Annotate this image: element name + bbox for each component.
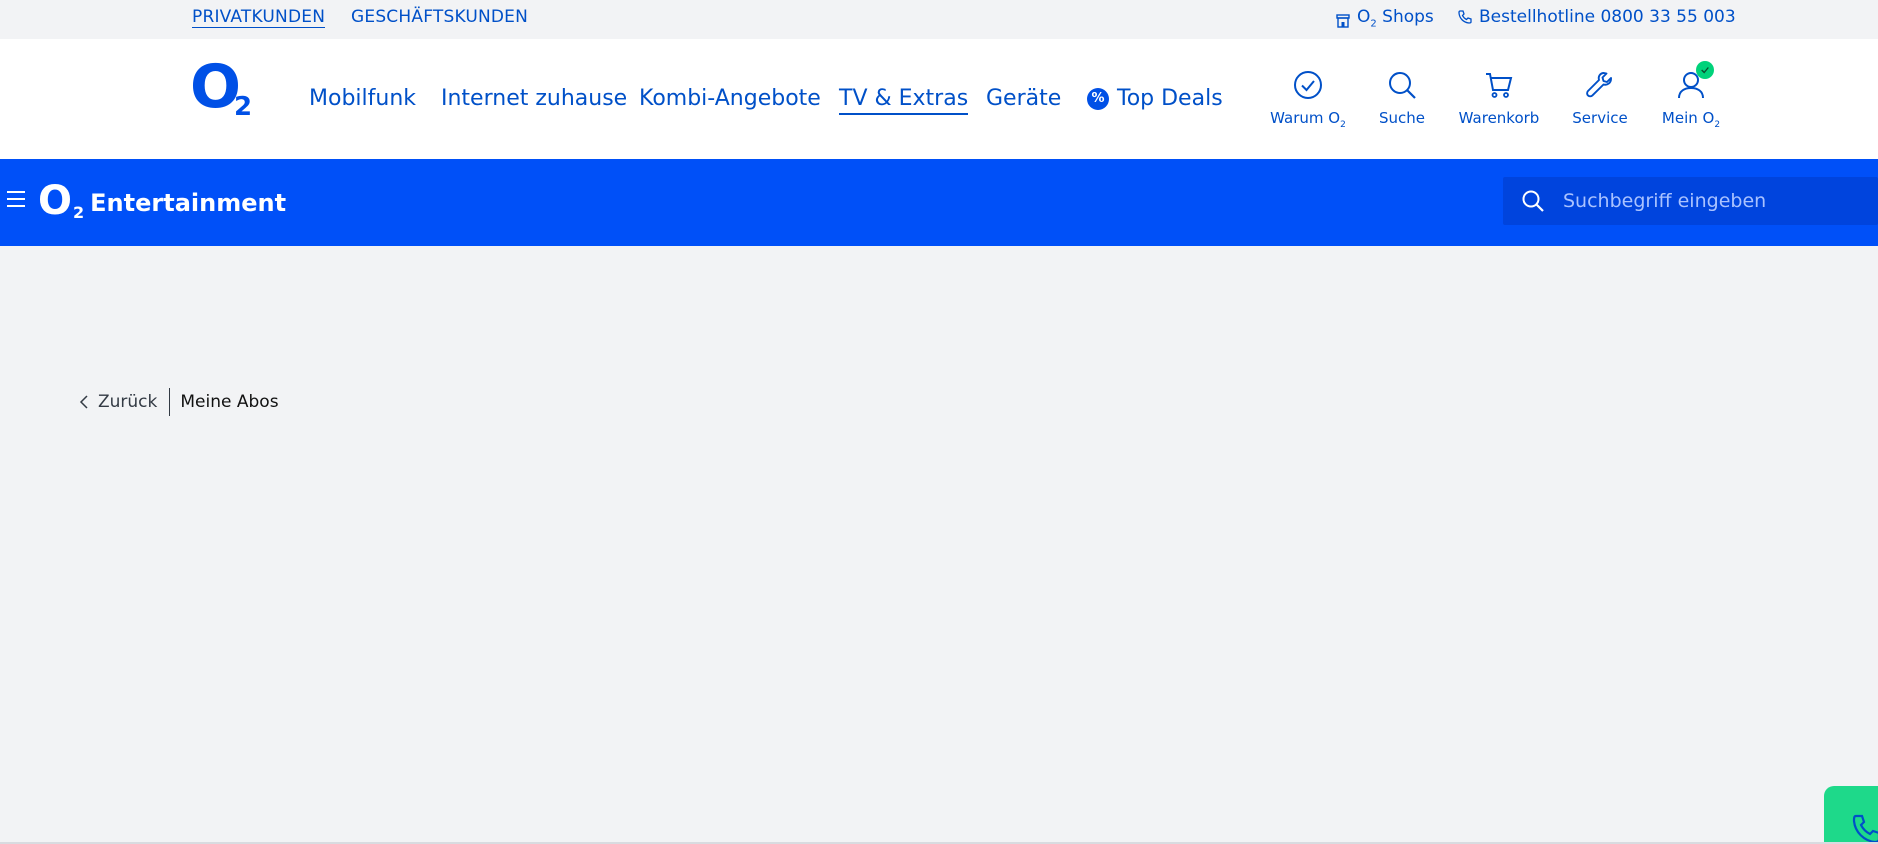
shops-link[interactable]: O2 Shops (1335, 6, 1434, 35)
mein-o2-button[interactable]: Mein O2 (1641, 61, 1741, 139)
check-icon (1701, 67, 1709, 74)
warum-o2-label: Warum O2 (1270, 109, 1346, 130)
shops-label: O2 Shops (1357, 7, 1434, 30)
phone-icon (1852, 814, 1878, 844)
segment-geschaeftskunden[interactable]: GESCHÄFTSKUNDEN (351, 7, 528, 27)
breadcrumb-divider (169, 388, 171, 416)
warenkorb-button[interactable]: Warenkorb (1449, 69, 1549, 139)
hotline-link[interactable]: Bestellhotline 0800 33 55 003 (1457, 6, 1736, 28)
nav-top-deals-label: Top Deals (1117, 86, 1223, 111)
check-circle-icon (1294, 71, 1322, 99)
nav-geraete[interactable]: Geräte (986, 85, 1061, 113)
phone-icon (1458, 10, 1472, 24)
search-input[interactable] (1563, 177, 1873, 225)
breadcrumb: Zurück Meine Abos (78, 388, 279, 416)
service-button[interactable]: Service (1550, 69, 1650, 139)
nav-top-deals[interactable]: % Top Deals (1087, 85, 1223, 113)
wrench-icon (1586, 72, 1612, 98)
suche-label: Suche (1378, 109, 1425, 127)
back-label: Zurück (98, 392, 158, 412)
contact-chat-button[interactable] (1824, 786, 1878, 844)
menu-icon[interactable] (7, 191, 25, 207)
chevron-left-icon (79, 395, 88, 409)
entertainment-bar: O 2 Entertainment (0, 159, 1878, 246)
breadcrumb-current: Meine Abos (180, 392, 279, 412)
top-utility-bar: PRIVATKUNDEN GESCHÄFTSKUNDEN O2 Shops Be… (0, 0, 1878, 39)
cart-icon (1486, 73, 1513, 98)
logged-in-check-badge (1696, 61, 1714, 79)
search-icon (1389, 72, 1416, 99)
shop-icon (1336, 13, 1350, 28)
o2-entertainment-logo[interactable]: O 2 Entertainment (38, 179, 286, 223)
entertainment-title: Entertainment (90, 189, 287, 217)
nav-tv-extras[interactable]: TV & Extras (839, 85, 969, 115)
nav-mobilfunk[interactable]: Mobilfunk (309, 85, 416, 113)
suche-button[interactable]: Suche (1352, 69, 1452, 139)
hotline-label: Bestellhotline 0800 33 55 003 (1479, 7, 1736, 27)
percent-badge-icon: % (1087, 88, 1109, 110)
search-icon (1522, 190, 1544, 212)
service-label: Service (1572, 109, 1628, 127)
segment-privatkunden[interactable]: PRIVATKUNDEN (192, 7, 326, 28)
main-header: O 2 Mobilfunk Internet zuhause Kombi-Ang… (0, 39, 1878, 159)
mein-o2-label: Mein O2 (1661, 109, 1721, 130)
warum-o2-button[interactable]: Warum O2 (1258, 69, 1358, 139)
o2-logo[interactable]: O 2 (190, 57, 256, 123)
nav-internet-zuhause[interactable]: Internet zuhause (441, 85, 627, 113)
entertainment-search[interactable] (1503, 177, 1878, 225)
nav-kombi-angebote[interactable]: Kombi-Angebote (639, 85, 821, 113)
back-link[interactable]: Zurück (78, 392, 157, 412)
warenkorb-label: Warenkorb (1458, 109, 1540, 127)
